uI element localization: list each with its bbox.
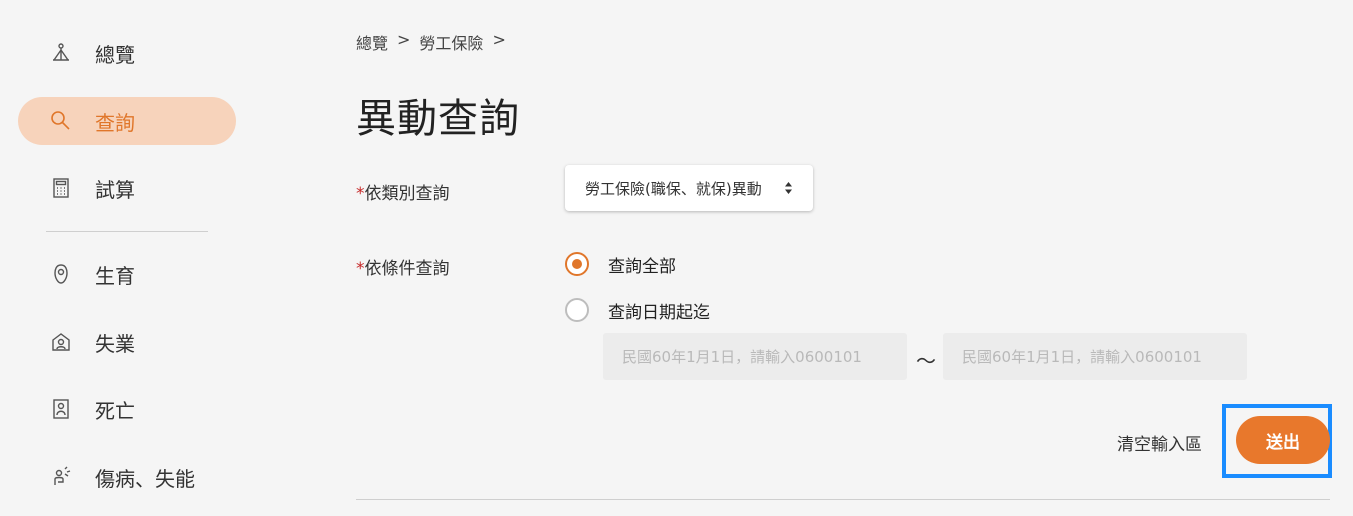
sidebar-item-label: 總覽 — [95, 42, 135, 67]
sidebar-item-injury[interactable]: 傷病、失能 — [18, 453, 236, 501]
sidebar-item-birth[interactable]: 生育 — [18, 250, 236, 298]
date-range-separator: ～ — [916, 349, 936, 373]
sidebar-item-calculate[interactable]: 試算 — [18, 164, 236, 212]
sidebar-item-label: 死亡 — [95, 398, 135, 423]
select-arrows-icon — [784, 181, 793, 199]
breadcrumb-separator: > — [397, 30, 411, 49]
clear-input-link[interactable]: 清空輸入區 — [1117, 430, 1202, 455]
submit-button[interactable]: 送出 — [1236, 416, 1330, 464]
radio-label-date-range: 查詢日期起迄 — [608, 302, 710, 323]
calculator-icon — [50, 177, 72, 199]
section-divider — [356, 499, 1330, 500]
birth-icon — [50, 263, 72, 285]
sidebar-item-label: 傷病、失能 — [95, 466, 195, 491]
death-icon — [50, 398, 72, 420]
radio-button-date-range[interactable] — [565, 298, 589, 322]
sidebar-item-unemployment[interactable]: 失業 — [18, 318, 236, 366]
breadcrumb: 總覽 > 勞工保險 > — [356, 30, 506, 54]
unemployment-icon — [50, 331, 72, 353]
sidebar-item-label: 試算 — [95, 177, 135, 202]
category-select[interactable]: 勞工保險(職保、就保)異動 — [565, 165, 813, 211]
required-mark: * — [356, 259, 365, 279]
category-label-text: 依類別查詢 — [364, 184, 450, 204]
sidebar: 總覽 查詢 試算 生育 失業 死亡 傷病、失能 — [0, 0, 260, 516]
radio-label-all: 查詢全部 — [608, 256, 676, 277]
page-title: 異動查詢 — [356, 96, 520, 142]
date-to-input[interactable] — [943, 333, 1247, 380]
injury-icon — [50, 466, 72, 488]
sidebar-item-label: 失業 — [95, 331, 135, 356]
required-mark: * — [356, 184, 365, 204]
condition-label-text: 依條件查詢 — [364, 259, 450, 279]
radio-option-date-range[interactable]: 查詢日期起迄 — [565, 297, 710, 323]
radio-option-all[interactable]: 查詢全部 — [565, 251, 676, 277]
breadcrumb-separator: > — [492, 30, 506, 49]
category-select-value: 勞工保險(職保、就保)異動 — [585, 179, 762, 198]
date-from-input[interactable] — [603, 333, 907, 380]
main-content: 總覽 > 勞工保險 > 異動查詢 *依類別查詢 勞工保險(職保、就保)異動 *依… — [356, 0, 1353, 516]
breadcrumb-item-labor-insurance[interactable]: 勞工保險 — [419, 30, 483, 54]
condition-field-label: *依條件查詢 — [356, 254, 450, 279]
overview-icon — [50, 42, 72, 64]
sidebar-item-label: 查詢 — [95, 110, 135, 135]
sidebar-item-search[interactable]: 查詢 — [18, 97, 236, 145]
breadcrumb-item-overview[interactable]: 總覽 — [356, 30, 388, 54]
search-icon — [50, 110, 72, 132]
sidebar-item-death[interactable]: 死亡 — [18, 385, 236, 433]
nav-divider — [46, 231, 208, 232]
sidebar-item-overview[interactable]: 總覽 — [18, 29, 236, 77]
radio-button-all[interactable] — [565, 252, 589, 276]
category-field-label: *依類別查詢 — [356, 179, 450, 204]
sidebar-item-label: 生育 — [95, 263, 135, 288]
